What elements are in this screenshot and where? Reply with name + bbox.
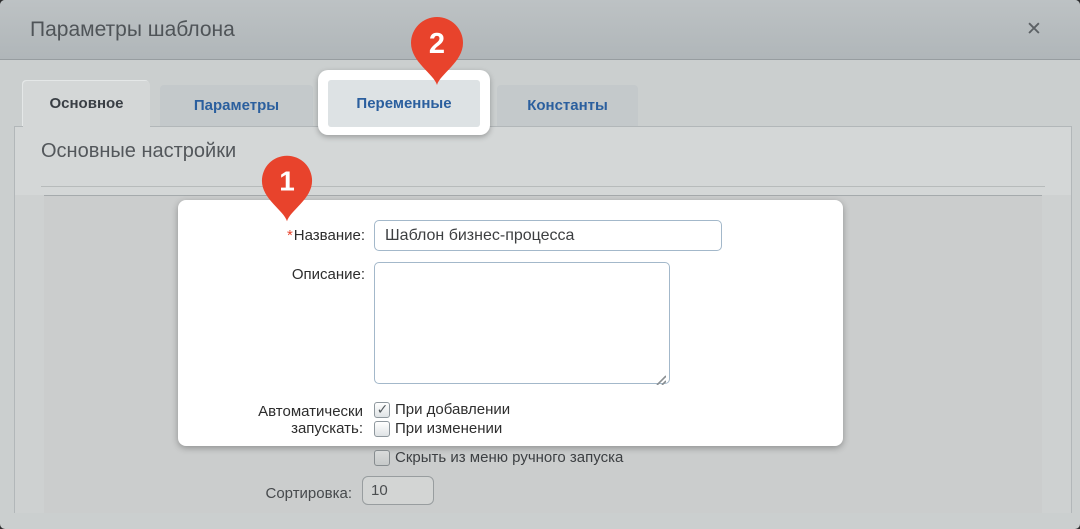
tab-parameters[interactable]: Параметры [160,85,313,126]
dialog-title: Параметры шаблона [30,0,235,59]
hide-from-menu-row: Скрыть из меню ручного запуска [374,449,623,466]
close-icon[interactable]: ✕ [1022,18,1046,42]
sort-input[interactable] [362,476,434,505]
callout-pin-1: 1 [260,155,314,222]
screenshot-stage: Параметры шаблона ✕ Основное Параметры П… [0,0,1080,529]
autostart-label: Автоматически запускать: [183,403,363,437]
checkbox-on-change[interactable] [374,421,390,437]
name-field-wrap [374,220,722,251]
callout-number-1: 1 [279,165,295,196]
tab-variables[interactable]: Переменные [328,80,480,127]
checkbox-hide-from-menu[interactable] [374,450,390,466]
tab-constants[interactable]: Константы [497,85,638,126]
resize-handle-icon[interactable] [655,374,666,385]
name-input[interactable] [374,220,722,251]
checkbox-on-add-label[interactable]: При добавлении [395,401,510,418]
description-field-label: Описание: [185,266,365,283]
name-field-label: *Название: [185,227,365,244]
section-heading: Основные настройки [41,140,236,163]
dialog-titlebar: Параметры шаблона ✕ [0,0,1080,60]
autostart-option-on-change: При изменении [374,420,502,437]
section-heading-strip: Основные настройки [15,127,1071,195]
checkbox-hide-from-menu-label[interactable]: Скрыть из меню ручного запуска [395,449,623,466]
checkbox-on-change-label[interactable]: При изменении [395,420,502,437]
callout-pin-2: 2 [409,17,465,85]
template-parameters-dialog: Параметры шаблона ✕ Основное Параметры П… [0,0,1080,529]
checkbox-on-add[interactable]: ✓ [374,402,390,418]
checkmark-icon: ✓ [375,401,390,418]
required-asterisk: * [287,227,293,244]
description-field-wrap [374,262,670,389]
callout-number-2: 2 [429,28,445,60]
sort-field-label: Сортировка: [172,485,352,502]
tab-main[interactable]: Основное [23,81,150,127]
sort-field-wrap [362,476,434,505]
description-textarea[interactable] [374,262,670,384]
section-divider [41,186,1045,187]
autostart-option-on-add: ✓ При добавлении [374,401,510,418]
